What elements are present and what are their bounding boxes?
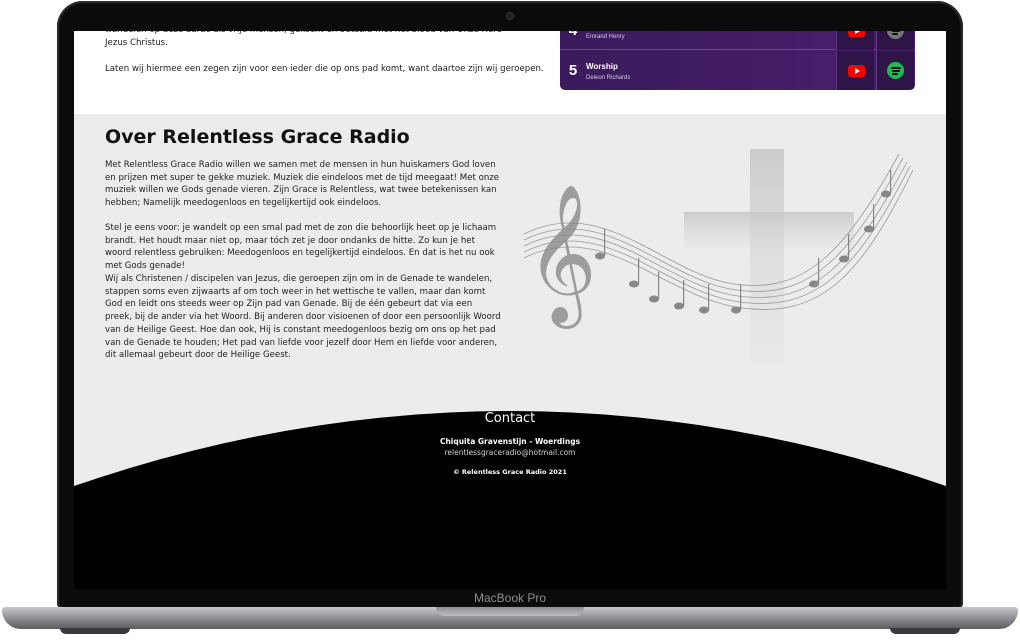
copyright-text: © Relentless Grace Radio 2021 <box>453 468 567 476</box>
about-paragraph: Met Relentless Grace Radio willen we sam… <box>105 160 500 209</box>
song-rank: 4 <box>566 31 580 39</box>
song-rank: 5 <box>568 62 578 79</box>
list-item[interactable]: 4 Emrand Henry <box>560 31 915 50</box>
intro-text: wandelen op deze aarde als vrije mensen,… <box>105 31 502 48</box>
blessing-text: Laten wij hiermee een zegen zijn voor ee… <box>105 64 544 74</box>
device-brand-label: MacBook Pro <box>473 591 547 605</box>
contact-email-link[interactable]: relentlessgraceradio@hotmail.com <box>74 448 946 457</box>
youtube-button[interactable] <box>836 51 874 90</box>
laptop-notch <box>436 607 584 616</box>
website-screen: wandelen op deze aarde als vrije mensen,… <box>74 31 946 589</box>
cross-music-illustration: 𝄞 <box>523 149 914 364</box>
song-artist: Emrand Henry <box>586 34 625 40</box>
list-item[interactable]: 5 Worship Deleon Richards <box>560 51 915 90</box>
laptop-foot <box>60 628 130 634</box>
contact-name: Chiquita Gravenstijn - Woerdings <box>439 437 581 446</box>
song-artist: Deleon Richards <box>586 75 631 81</box>
cross-icon <box>684 149 854 364</box>
spotify-button[interactable] <box>876 51 914 90</box>
youtube-button[interactable] <box>836 31 874 50</box>
youtube-icon <box>848 65 865 77</box>
camera-icon <box>507 13 513 19</box>
about-paragraph: Wij als Christenen / discipelen van Jezu… <box>105 274 501 361</box>
spotify-button[interactable] <box>876 31 914 50</box>
spotify-icon <box>887 31 904 39</box>
treble-clef-icon: 𝄞 <box>526 184 597 329</box>
youtube-icon <box>848 31 865 37</box>
laptop-foot <box>890 628 960 634</box>
contact-title: Contact <box>484 411 536 426</box>
intro-section: wandelen op deze aarde als vrije mensen,… <box>74 31 946 114</box>
top-songs-list: 4 Emrand Henry 5 Worship Deleon Richards <box>560 31 915 90</box>
about-paragraph: Stel je eens voor: je wandelt op een sma… <box>105 223 497 272</box>
spotify-icon <box>887 62 904 79</box>
about-title: Over Relentless Grace Radio <box>105 126 410 148</box>
song-title: Worship <box>586 62 618 71</box>
